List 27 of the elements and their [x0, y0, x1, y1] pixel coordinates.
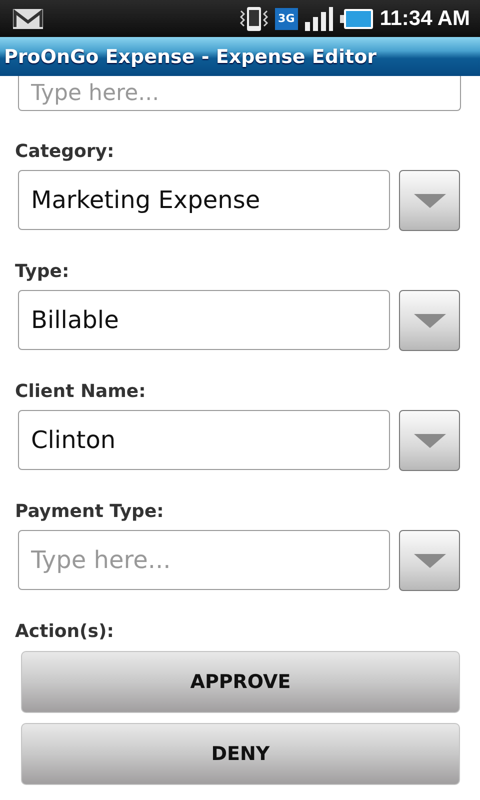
caret-icon [414, 314, 446, 328]
caret-icon [414, 434, 446, 448]
network-badge: 3G [275, 8, 298, 30]
input-field[interactable]: Billable [18, 290, 390, 350]
input-field[interactable]: Type here... [18, 530, 390, 590]
signal-icon [304, 6, 334, 32]
app-title: ProOnGo Expense - Expense Editor [4, 46, 377, 68]
caret-icon [414, 554, 446, 568]
action-button[interactable]: APPROVE [21, 651, 460, 713]
dropdown-button[interactable] [399, 170, 460, 231]
section-label: Action(s): [15, 621, 115, 643]
battery-icon [340, 8, 374, 30]
mail-icon [12, 6, 44, 30]
clock: 11:34 AM [380, 6, 470, 30]
field-label: Type: [15, 261, 70, 283]
dropdown-button[interactable] [399, 290, 460, 351]
caret-icon [414, 194, 446, 208]
dropdown-button[interactable] [399, 530, 460, 591]
dropdown-button[interactable] [399, 410, 460, 471]
field-label: Category: [15, 141, 116, 163]
field-label: Payment Type: [15, 501, 165, 523]
action-button[interactable]: DENY [21, 723, 460, 785]
input-field[interactable]: Type here... [18, 76, 461, 111]
vibrate-icon [239, 6, 270, 32]
input-field[interactable]: Clinton [18, 410, 390, 470]
input-field[interactable]: Marketing Expense [18, 170, 390, 230]
field-label: Client Name: [15, 381, 147, 403]
